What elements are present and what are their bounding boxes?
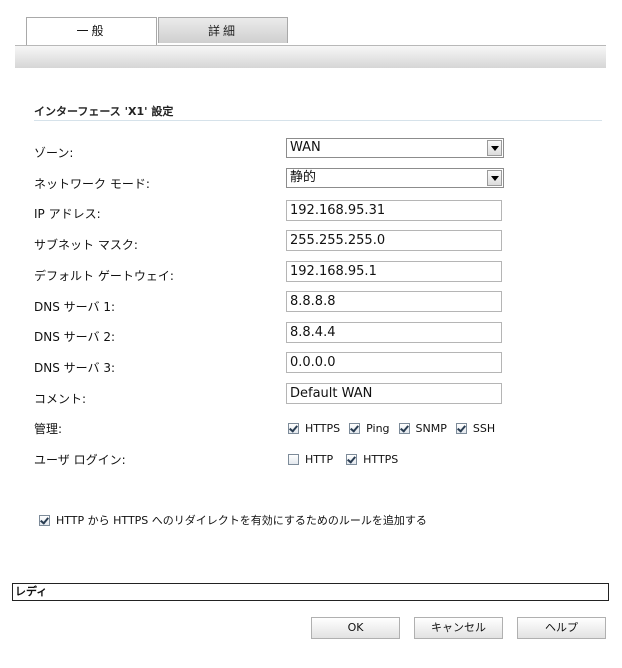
user-login-options: HTTP HTTPS [288,451,407,467]
management-https-label: HTTPS [305,421,341,435]
status-bar: レディ [12,583,609,601]
subnet-mask-label: サブネット マスク: [34,238,138,252]
user-login-https-label: HTTPS [363,452,399,466]
user-login-https-checkbox[interactable] [346,453,358,465]
user-login-https-option[interactable]: HTTPS [346,453,398,466]
dns-server-2-input[interactable]: 8.8.4.4 [286,322,502,343]
tab-bar: 一般 詳細 [15,17,606,47]
ip-address-input[interactable]: 192.168.95.31 [286,200,502,221]
management-ssh-label: SSH [472,421,496,435]
user-login-http-checkbox[interactable] [288,453,299,465]
chevron-down-icon[interactable] [487,170,502,186]
help-button[interactable]: ヘルプ [517,617,606,639]
chevron-down-icon[interactable] [487,140,502,156]
default-gateway-label: デフォルト ゲートウェイ: [34,269,174,283]
management-label: 管理: [34,422,63,436]
comment-label: コメント: [34,392,87,406]
default-gateway-input[interactable]: 192.168.95.1 [286,261,502,282]
user-login-label: ユーザ ログイン: [34,453,126,467]
zone-select[interactable]: WAN [286,138,504,158]
management-ping-option[interactable]: Ping [349,421,390,435]
dns-server-1-label: DNS サーバ 1: [34,300,116,314]
redirect-rule-label: HTTP から HTTPS へのリダイレクトを有効にするためのルールを追加する [56,514,427,527]
cancel-button[interactable]: キャンセル [414,617,503,639]
dns-server-2-label: DNS サーバ 2: [34,330,116,344]
redirect-rule-option[interactable]: HTTP から HTTPS へのリダイレクトを有効にするためのルールを追加する [39,512,427,528]
zone-select-value: WAN [290,140,321,155]
management-ping-label: Ping [366,421,390,435]
management-snmp-checkbox[interactable] [398,422,410,434]
management-https-option[interactable]: HTTPS [288,422,340,435]
section-divider [34,120,602,121]
section-title: インターフェース 'X1' 設定 [34,105,174,118]
dns-server-1-input[interactable]: 8.8.8.8 [286,291,502,312]
redirect-rule-checkbox[interactable] [39,514,50,526]
management-https-checkbox[interactable] [288,422,299,434]
management-ping-checkbox[interactable] [349,422,361,434]
management-ssh-checkbox[interactable] [455,422,467,434]
dns-server-3-input[interactable]: 0.0.0.0 [286,352,502,373]
ok-button[interactable]: OK [311,617,400,639]
management-snmp-option[interactable]: SNMP [398,421,447,435]
management-snmp-label: SNMP [415,421,447,435]
user-login-http-option[interactable]: HTTP [288,453,333,466]
tab-general[interactable]: 一般 [26,17,157,45]
zone-label: ゾーン: [34,146,74,160]
network-mode-select-value: 静的 [290,170,317,185]
user-login-http-label: HTTP [305,452,334,466]
ip-address-label: IP アドレス: [34,207,101,221]
comment-input[interactable]: Default WAN [286,383,502,404]
management-ssh-option[interactable]: SSH [455,421,496,435]
network-mode-select[interactable]: 静的 [286,168,504,188]
management-options: HTTPS Ping SNMP SSH [288,420,504,436]
subnet-mask-input[interactable]: 255.255.255.0 [286,230,502,251]
tab-advanced[interactable]: 詳細 [158,17,288,43]
dns-server-3-label: DNS サーバ 3: [34,361,116,375]
status-text: レディ [15,585,48,598]
network-mode-label: ネットワーク モード: [34,177,150,191]
tab-panel-header [15,45,606,68]
